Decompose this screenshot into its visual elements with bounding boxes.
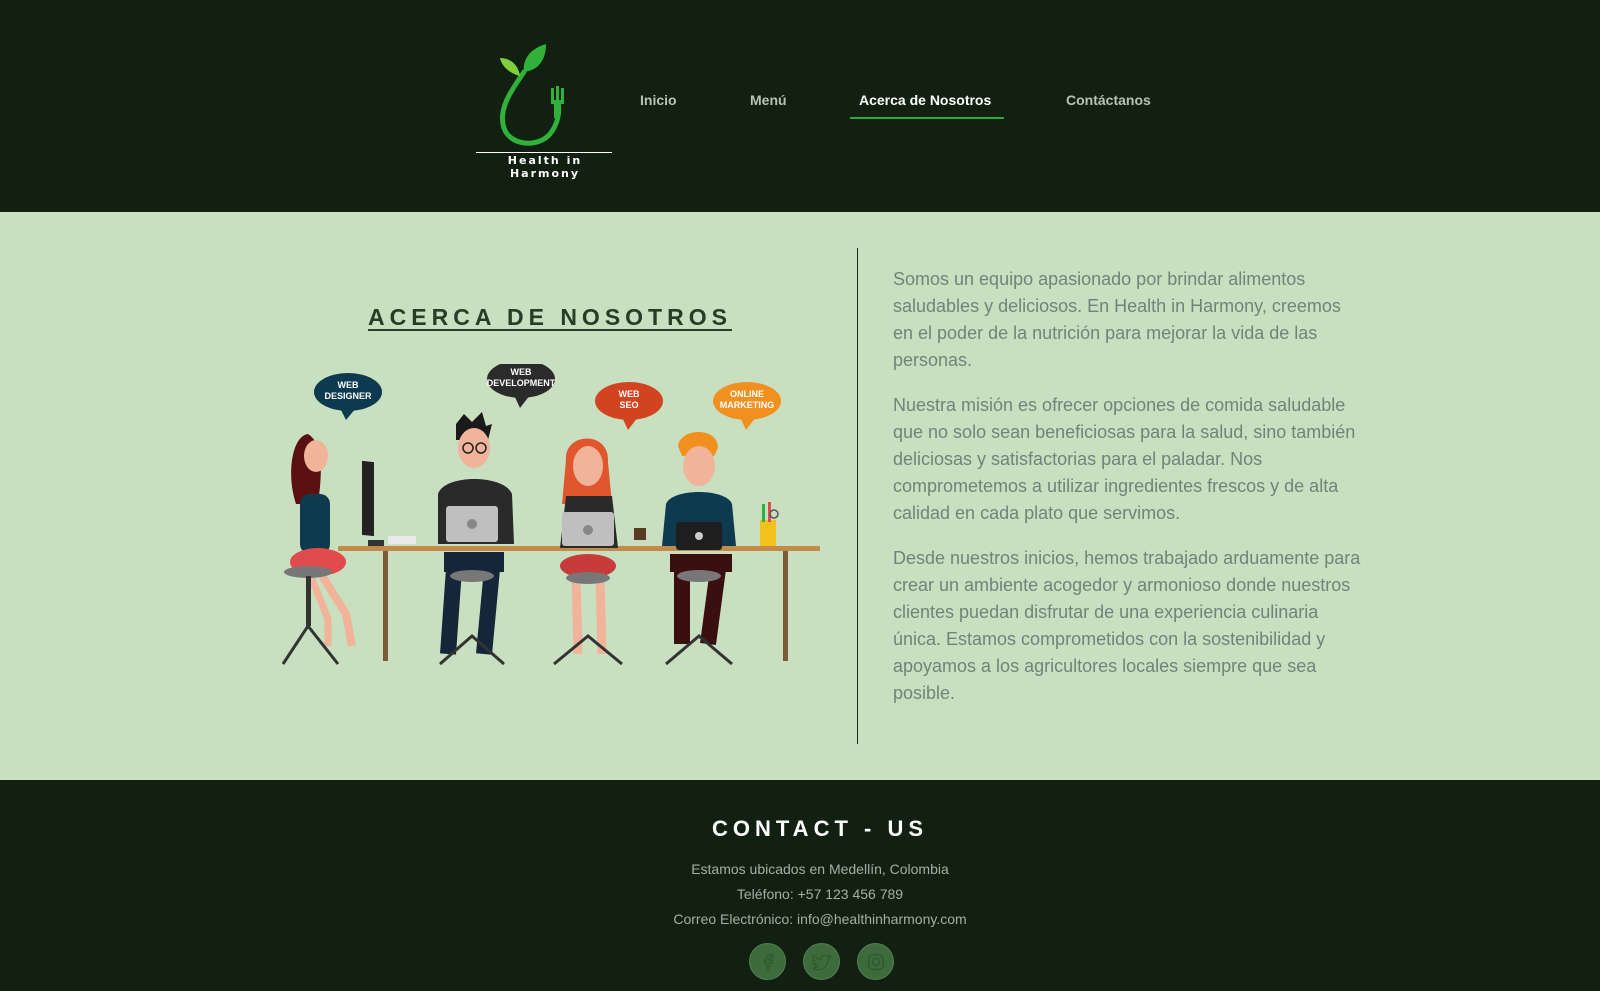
contact-phone: Teléfono: +57 123 456 789 bbox=[736, 886, 904, 902]
instagram-icon bbox=[867, 953, 884, 970]
contact-location: Estamos ubicados en Medellín, Colombia bbox=[691, 861, 949, 877]
bubble-web-development: WEB DEVELOPMENT bbox=[487, 364, 556, 408]
twitter-icon bbox=[811, 953, 832, 970]
section-divider bbox=[857, 248, 858, 744]
svg-text:MARKETING: MARKETING bbox=[720, 400, 775, 410]
team-illustration: WEB DESIGNER WEB DEVELOPMENT WEB SEO ONL… bbox=[281, 364, 820, 666]
site-header: Health in Harmony Inicio Menú Acerca de … bbox=[0, 0, 1600, 212]
logo-divider bbox=[476, 152, 612, 153]
about-description: Somos un equipo apasionado por brindar a… bbox=[893, 266, 1363, 725]
svg-text:DESIGNER: DESIGNER bbox=[324, 391, 372, 401]
about-paragraph: Desde nuestros inicios, hemos trabajado … bbox=[893, 548, 1361, 703]
instagram-link[interactable] bbox=[857, 943, 894, 980]
page-title: ACERCA DE NOSOTROS bbox=[368, 304, 732, 330]
nav-item-inicio[interactable]: Inicio bbox=[640, 92, 677, 108]
person-web-seo bbox=[553, 438, 646, 666]
facebook-icon bbox=[763, 953, 773, 971]
about-paragraph: Nuestra misión es ofrecer opciones de co… bbox=[893, 395, 1356, 523]
svg-text:ONLINE: ONLINE bbox=[730, 389, 764, 399]
nav-item-contactanos[interactable]: Contáctanos bbox=[1066, 92, 1151, 108]
bubble-web-designer: WEB DESIGNER bbox=[314, 373, 382, 420]
site-footer: CONTACT - US Estamos ubicados en Medellí… bbox=[0, 780, 1600, 991]
about-paragraph: Somos un equipo apasionado por brindar a… bbox=[893, 269, 1341, 370]
about-section: ACERCA DE NOSOTROS WEB DESIGNER WEB DEVE… bbox=[0, 212, 1600, 780]
bubble-online-marketing: ONLINE MARKETING bbox=[713, 382, 781, 430]
svg-text:SEO: SEO bbox=[619, 400, 638, 410]
twitter-link[interactable] bbox=[803, 943, 840, 980]
contact-email: Correo Electrónico: info@healthinharmony… bbox=[673, 911, 967, 927]
brand-logo[interactable]: Health in Harmony bbox=[474, 40, 616, 180]
brand-name: Health in Harmony bbox=[507, 154, 583, 180]
bubble-web-seo: WEB SEO bbox=[595, 382, 663, 430]
active-nav-indicator bbox=[850, 117, 1004, 119]
svg-text:DEVELOPMENT: DEVELOPMENT bbox=[487, 378, 556, 388]
facebook-link[interactable] bbox=[749, 943, 786, 980]
leaf-fork-logo-icon bbox=[499, 44, 564, 146]
nav-item-acerca[interactable]: Acerca de Nosotros bbox=[859, 92, 991, 108]
svg-text:WEB: WEB bbox=[511, 367, 532, 377]
svg-text:WEB: WEB bbox=[338, 380, 359, 390]
nav-item-menu[interactable]: Menú bbox=[750, 92, 787, 108]
svg-text:WEB: WEB bbox=[619, 389, 640, 399]
contact-title: CONTACT - US bbox=[711, 816, 929, 841]
person-web-development bbox=[438, 412, 514, 666]
